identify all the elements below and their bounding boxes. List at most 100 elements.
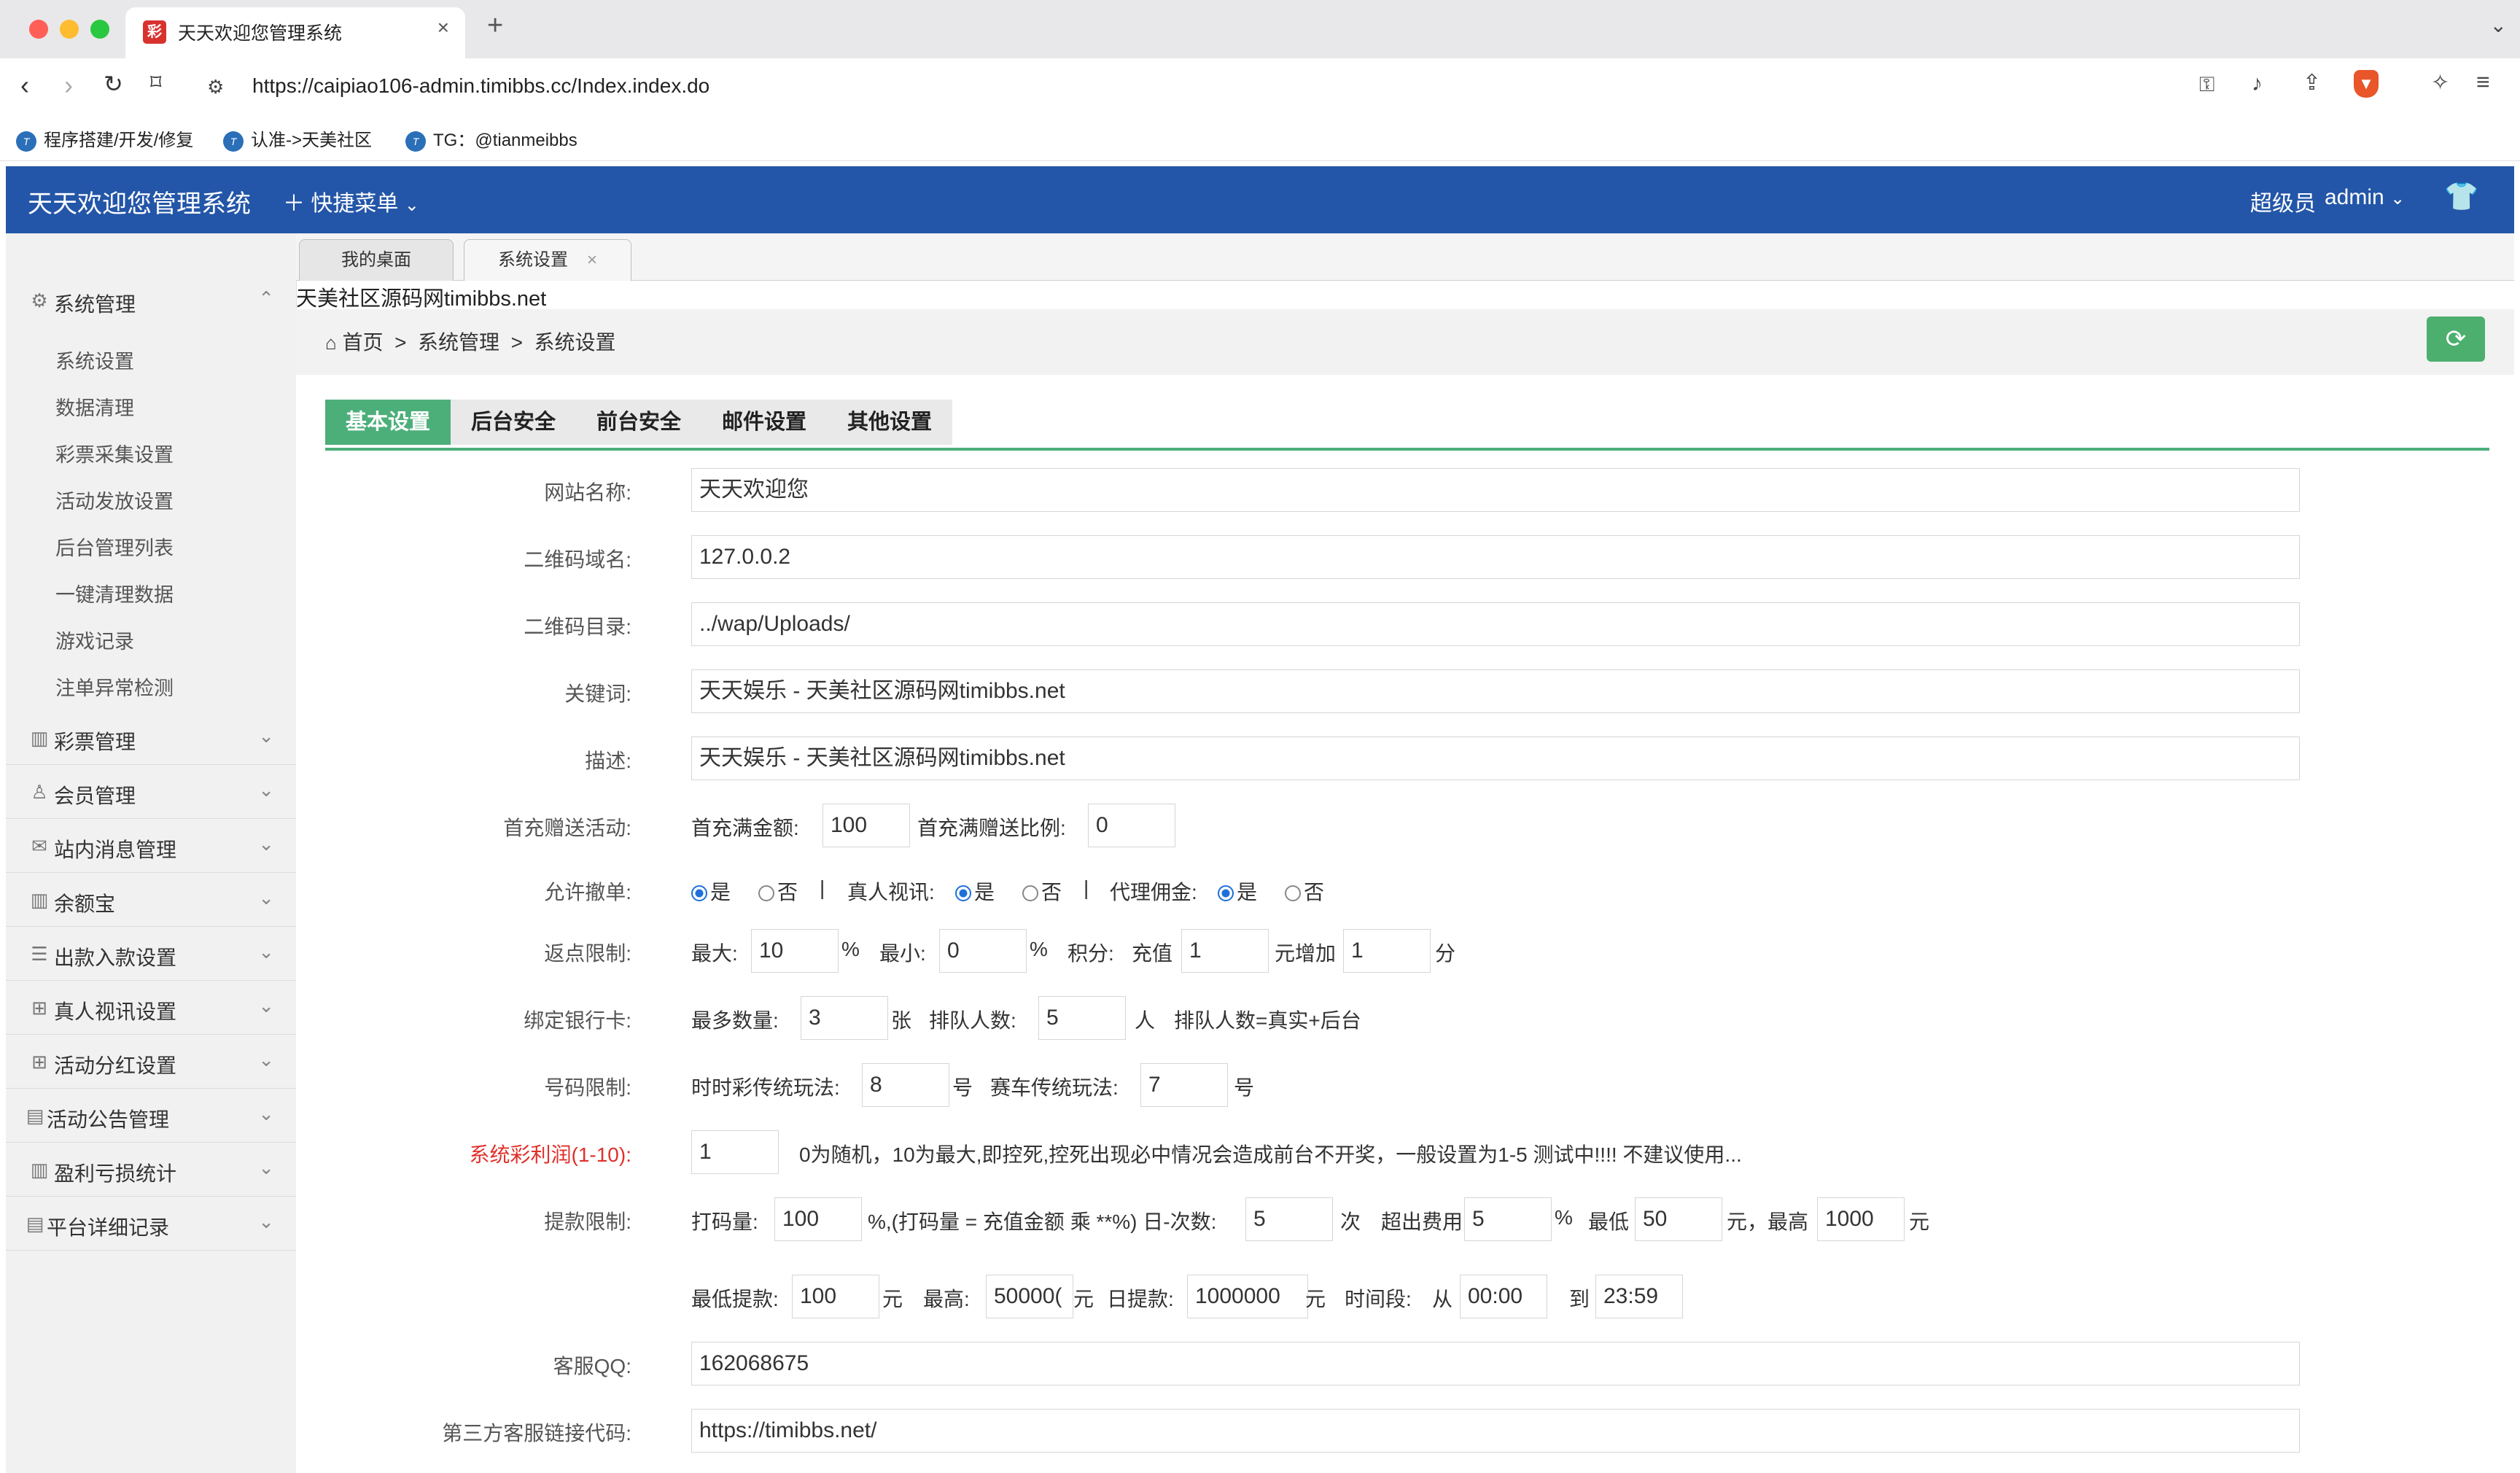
max-input[interactable]: 1000 <box>1817 1197 1905 1241</box>
site-name-input[interactable]: 天天欢迎您 <box>691 468 2300 512</box>
browser-tab[interactable]: 彩 天天欢迎您管理系统 × <box>125 7 465 58</box>
ssc-input[interactable]: 8 <box>862 1063 949 1107</box>
radio-unchecked[interactable] <box>1022 885 1038 901</box>
time-from-input[interactable]: 00:00 <box>1460 1275 1547 1318</box>
chevron-down-icon[interactable]: ⌄ <box>2490 13 2507 37</box>
site-settings-icon[interactable]: ⚙ <box>207 76 224 98</box>
bookmark-item[interactable]: T TG：@tianmeibbs <box>405 125 578 152</box>
bookmark-item[interactable]: T 程序搭建/开发/修复 <box>16 125 193 152</box>
first-deposit-ratio-input[interactable]: 0 <box>1088 804 1175 847</box>
address-bar[interactable]: ⚙ https://caipiao106-admin.timibbs.cc/In… <box>198 66 2189 109</box>
sidebar-item-game-records[interactable]: 游戏记录 <box>55 626 134 654</box>
tab-other-settings[interactable]: 其他设置 <box>827 400 952 445</box>
bank-max-unit: 张 <box>891 1009 912 1032</box>
qr-dir-input[interactable]: ../wap/Uploads/ <box>691 602 2300 646</box>
sidebar-group-dividends[interactable]: ⊞ 活动分红设置 ⌄ <box>6 1035 296 1089</box>
sidebar-group-cash-flow[interactable]: ☰ 出款入款设置 ⌄ <box>6 928 296 981</box>
sidebar-item-activity-payout[interactable]: 活动发放设置 <box>55 486 174 514</box>
profit-input[interactable]: 1 <box>691 1130 779 1174</box>
sidebar-group-platform-records[interactable]: ▤ 平台详细记录 ⌄ <box>6 1197 296 1251</box>
sidebar-group-lottery[interactable]: ▥ 彩票管理 ⌄ <box>6 712 296 765</box>
bank-max-input[interactable]: 3 <box>801 996 888 1040</box>
window-minimize-button[interactable] <box>60 20 79 39</box>
agent-commission-no[interactable]: 否 <box>1285 877 1324 906</box>
sidebar-item-system-settings[interactable]: 系统设置 <box>55 346 134 374</box>
new-tab-button[interactable]: + <box>487 10 503 42</box>
third-party-input[interactable]: https://timibbs.net/ <box>691 1409 2300 1453</box>
allow-cancel-yes[interactable]: 是 <box>691 877 731 906</box>
tab-mail-settings[interactable]: 邮件设置 <box>701 400 827 445</box>
radio-checked[interactable] <box>691 885 707 901</box>
radio-unchecked[interactable] <box>1285 885 1301 901</box>
rebate-min-input[interactable]: 0 <box>939 929 1027 973</box>
live-video-yes[interactable]: 是 <box>955 877 995 906</box>
user-menu[interactable]: admin ⌄ <box>2325 185 2405 210</box>
breadcrumb-home[interactable]: 首页 <box>343 331 384 354</box>
tab-system-settings[interactable]: 系统设置 × <box>464 239 631 281</box>
daily-input[interactable]: 1000000 <box>1187 1275 1308 1318</box>
sidebar-item-admin-list[interactable]: 后台管理列表 <box>55 532 174 561</box>
sidebar-group-profit-stats[interactable]: ▥ 盈利亏损统计 ⌄ <box>6 1143 296 1197</box>
qr-domain-input[interactable]: 127.0.0.2 <box>691 535 2300 579</box>
tab-basic-settings[interactable]: 基本设置 <box>325 400 451 445</box>
fee-input[interactable]: 5 <box>1464 1197 1552 1241</box>
tab-frontend-security[interactable]: 前台安全 <box>576 400 701 445</box>
sidebar-item-one-click-clean[interactable]: 一键清理数据 <box>55 579 174 607</box>
menu-icon[interactable]: ≡ <box>2476 69 2490 96</box>
times-input[interactable]: 5 <box>1245 1197 1333 1241</box>
forward-icon[interactable]: › <box>64 70 73 101</box>
radio-unchecked[interactable] <box>758 885 774 901</box>
radio-checked[interactable] <box>1218 885 1234 901</box>
sidebar-group-messages[interactable]: ✉ 站内消息管理 ⌄ <box>6 820 296 873</box>
description-input[interactable]: 天天娱乐 - 天美社区源码网timibbs.net <box>691 736 2300 780</box>
rebate-max-input[interactable]: 10 <box>751 929 839 973</box>
agent-commission-yes[interactable]: 是 <box>1218 877 1257 906</box>
close-icon[interactable]: × <box>587 250 597 270</box>
sidebar-group-system[interactable]: ⚙ 系统管理 ⌃ <box>6 274 296 327</box>
radio-checked[interactable] <box>955 885 971 901</box>
allow-cancel-no[interactable]: 否 <box>758 877 798 906</box>
bookmark-item[interactable]: T 认准->天美社区 <box>223 125 372 152</box>
sidebar-group-yuebao[interactable]: ▥ 余额宝 ⌄ <box>6 874 296 927</box>
music-icon[interactable]: ♪ <box>2252 71 2263 96</box>
url-text[interactable]: https://caipiao106-admin.timibbs.cc/Inde… <box>252 74 709 98</box>
quick-menu-button[interactable]: ＋ 快捷菜单 ⌄ <box>283 185 419 217</box>
key-icon[interactable]: ⚿ <box>2199 73 2214 97</box>
points-recharge-input[interactable]: 1 <box>1181 929 1269 973</box>
min-input[interactable]: 50 <box>1635 1197 1722 1241</box>
min-withdraw-input[interactable]: 100 <box>792 1275 879 1318</box>
qq-input[interactable]: 162068675 <box>691 1342 2300 1385</box>
sidebar-group-announcements[interactable]: ▤ 活动公告管理 ⌄ <box>6 1089 296 1143</box>
sparkle-icon[interactable]: ✧ <box>2431 70 2449 96</box>
breadcrumb-level2: 系统设置 <box>534 331 616 354</box>
race-input[interactable]: 7 <box>1140 1063 1228 1107</box>
sidebar-group-live-video[interactable]: ⊞ 真人视讯设置 ⌄ <box>6 982 296 1035</box>
points-add-input[interactable]: 1 <box>1343 929 1431 973</box>
bet-input[interactable]: 100 <box>774 1197 862 1241</box>
shield-icon[interactable]: ▼ <box>2354 70 2379 98</box>
sidebar-item-bet-anomaly[interactable]: 注单异常检测 <box>55 672 174 701</box>
share-icon[interactable]: ⇪ <box>2303 70 2321 96</box>
site-name-label: 网站名称: <box>544 481 631 504</box>
tab-my-desktop[interactable]: 我的桌面 <box>299 239 454 281</box>
breadcrumb-level1[interactable]: 系统管理 <box>418 331 499 354</box>
high-input[interactable]: 50000( <box>986 1275 1073 1318</box>
close-icon[interactable]: × <box>438 16 449 39</box>
sidebar-item-lottery-collect[interactable]: 彩票采集设置 <box>55 439 174 467</box>
refresh-button[interactable]: ⟳ <box>2427 316 2485 362</box>
first-deposit-amount-input[interactable]: 100 <box>822 804 910 847</box>
live-video-no[interactable]: 否 <box>1022 877 1062 906</box>
queue-input[interactable]: 5 <box>1038 996 1126 1040</box>
back-icon[interactable]: ‹ <box>20 70 29 101</box>
window-zoom-button[interactable] <box>90 20 109 39</box>
reload-icon[interactable]: ↻ <box>104 70 123 98</box>
tshirt-icon[interactable]: 👕 <box>2444 181 2478 213</box>
bookmark-icon[interactable]: ⌑ <box>150 70 161 96</box>
keywords-input[interactable]: 天天娱乐 - 天美社区源码网timibbs.net <box>691 669 2300 713</box>
points-label: 积分: <box>1068 942 1114 965</box>
time-to-input[interactable]: 23:59 <box>1595 1275 1683 1318</box>
tab-backend-security[interactable]: 后台安全 <box>451 400 576 445</box>
sidebar-item-data-clean[interactable]: 数据清理 <box>55 392 134 421</box>
sidebar-group-members[interactable]: ♙ 会员管理 ⌄ <box>6 766 296 819</box>
window-close-button[interactable] <box>29 20 48 39</box>
